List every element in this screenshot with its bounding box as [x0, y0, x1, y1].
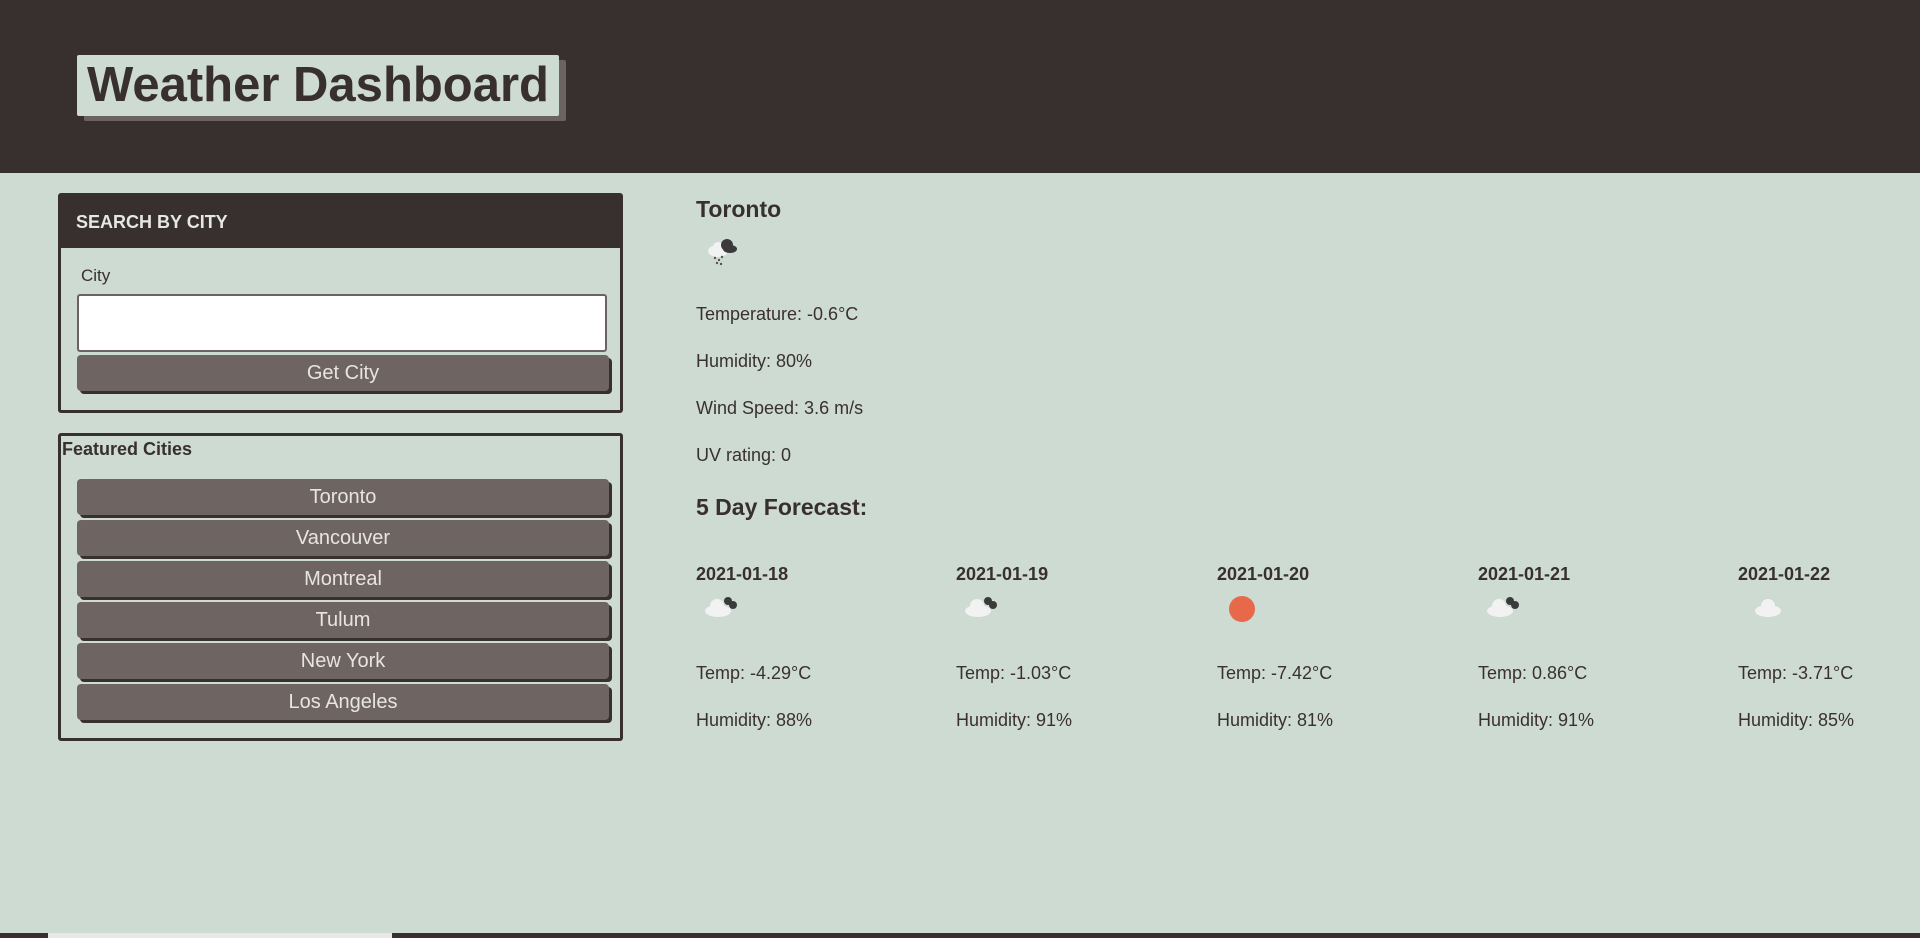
scrollbar-thumb[interactable]	[48, 933, 392, 938]
city-button-toronto[interactable]: Toronto	[77, 479, 609, 515]
header: Weather Dashboard	[0, 0, 1920, 173]
forecast-temp: Temp: -4.29°C	[696, 663, 812, 683]
forecast-date: 2021-01-21	[1478, 564, 1571, 584]
forecast-humidity: Humidity: 88%	[696, 710, 813, 730]
forecast-humidity: Humidity: 81%	[1217, 710, 1334, 730]
forecast-humidity: Humidity: 91%	[1478, 710, 1595, 730]
search-card-heading: SEARCH BY CITY	[61, 196, 620, 248]
forecast-date: 2021-01-19	[956, 564, 1049, 584]
cloudy-icon	[705, 597, 737, 617]
forecast-temp: Temp: -1.03°C	[956, 663, 1072, 683]
city-label: City	[81, 266, 111, 285]
forecast-date: 2021-01-22	[1738, 564, 1831, 584]
snow-cloud-icon	[708, 239, 737, 266]
cloudy-icon	[965, 597, 997, 617]
forecast-humidity: Humidity: 85%	[1738, 710, 1855, 730]
city-button-new-york[interactable]: New York	[77, 643, 609, 679]
forecast-date: 2021-01-18	[696, 564, 789, 584]
forecast-date: 2021-01-20	[1217, 564, 1310, 584]
sun-icon	[1229, 596, 1255, 622]
current-uv-rating: UV rating: 0	[696, 445, 792, 465]
page-title: Weather Dashboard	[77, 55, 559, 116]
city-button-vancouver[interactable]: Vancouver	[77, 520, 609, 556]
forecast-humidity: Humidity: 91%	[956, 710, 1073, 730]
city-button-montreal[interactable]: Montreal	[77, 561, 609, 597]
search-card: SEARCH BY CITY City Get City	[58, 193, 623, 413]
current-humidity: Humidity: 80%	[696, 351, 813, 371]
current-temperature: Temperature: -0.6°C	[696, 304, 859, 324]
city-input[interactable]	[77, 294, 607, 352]
featured-cities-heading: Featured Cities	[62, 439, 193, 459]
forecast-temp: Temp: -3.71°C	[1738, 663, 1854, 683]
featured-cities-card: Featured Cities Toronto Vancouver Montre…	[58, 433, 623, 741]
cloud-icon	[1755, 599, 1781, 617]
city-button-los-angeles[interactable]: Los Angeles	[77, 684, 609, 720]
forecast-temp: Temp: -7.42°C	[1217, 663, 1333, 683]
forecast-temp: Temp: 0.86°C	[1478, 663, 1588, 683]
current-wind-speed: Wind Speed: 3.6 m/s	[696, 398, 864, 418]
city-button-tulum[interactable]: Tulum	[77, 602, 609, 638]
current-city-name: Toronto	[696, 196, 782, 222]
forecast-heading: 5 Day Forecast:	[696, 494, 868, 520]
cloudy-icon	[1487, 597, 1519, 617]
featured-cities-list: Toronto Vancouver Montreal Tulum New Yor…	[77, 479, 609, 725]
get-city-button[interactable]: Get City	[77, 355, 609, 391]
